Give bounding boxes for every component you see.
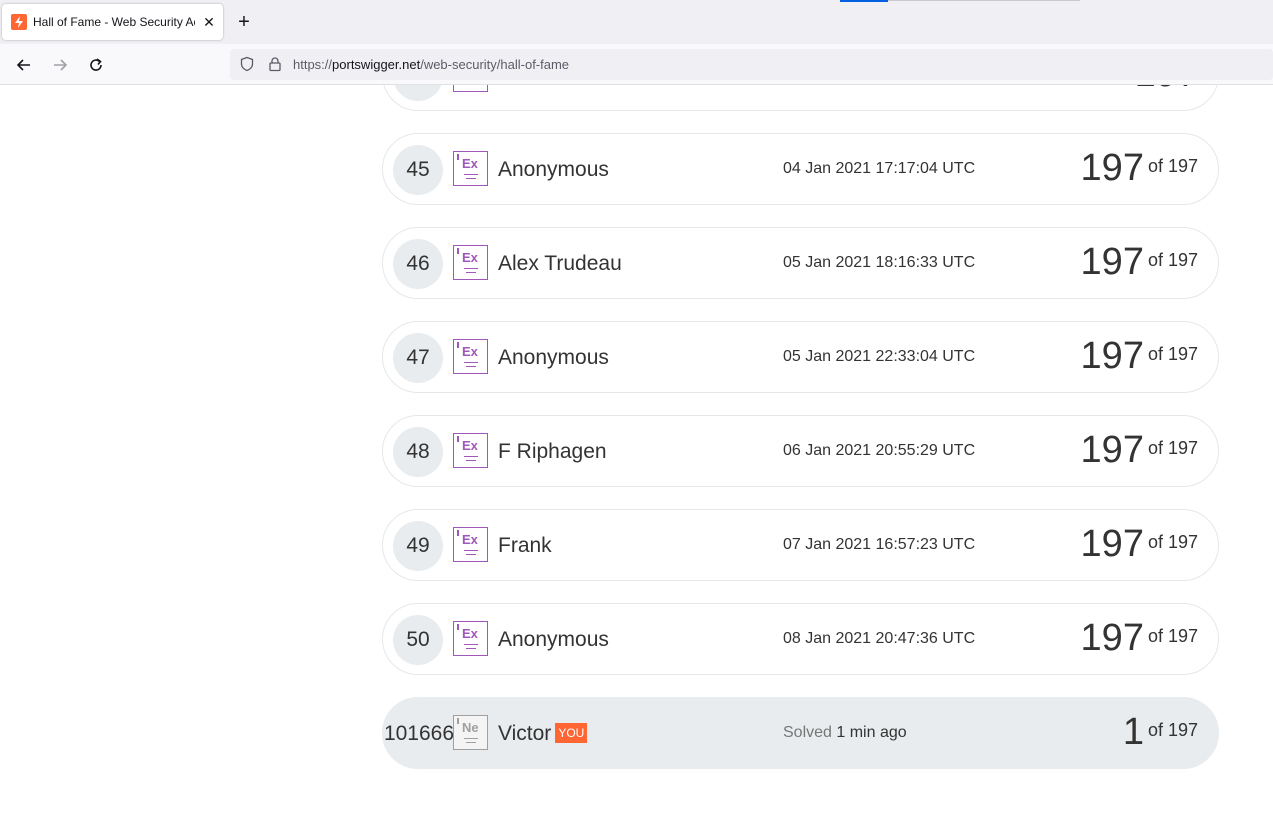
user-name-text: Victor xyxy=(498,722,552,745)
score-value: 197 xyxy=(1080,617,1144,659)
score: 197 of 197 xyxy=(1081,147,1198,190)
solved-time: 1 min ago xyxy=(836,724,907,741)
user-name: Anonymous xyxy=(498,628,609,651)
leaderboard-row: 46 Ex Alex Trudeau 05 Jan 2021 18:16:33 … xyxy=(382,227,1219,299)
tab-bar: Hall of Fame - Web Security Academy ✕ + xyxy=(0,0,1273,44)
expert-badge-icon: Ex xyxy=(453,339,488,374)
navigation-bar: https://portswigger.net/web-security/hal… xyxy=(0,44,1273,85)
leaderboard-row: 47 Ex Anonymous 05 Jan 2021 22:33:04 UTC… xyxy=(382,321,1219,393)
completion-date: 07 Jan 2021 16:57:23 UTC xyxy=(783,536,976,553)
score-total: of 197 xyxy=(1147,250,1198,270)
score-value: 1 xyxy=(1122,711,1144,753)
badge-label: Ex xyxy=(462,156,478,171)
rank-number: 50 xyxy=(393,615,443,665)
portswigger-favicon-icon xyxy=(11,14,27,30)
score-total: of 197 xyxy=(1147,438,1198,458)
badge-label: Ex xyxy=(462,438,478,453)
badge-label: Ex xyxy=(462,250,478,265)
rank-number: 46 xyxy=(393,239,443,289)
newbie-badge-icon: Ne xyxy=(453,715,488,750)
user-name: Anonymous xyxy=(498,158,609,181)
browser-tab[interactable]: Hall of Fame - Web Security Academy ✕ xyxy=(2,4,223,40)
solved-status: Solved 1 min ago xyxy=(783,724,907,742)
score: 197 of 197 xyxy=(1081,335,1198,378)
you-badge: YOU xyxy=(555,723,588,743)
tab-strip-line xyxy=(888,0,1080,1)
leaderboard-row: 50 Ex Anonymous 08 Jan 2021 20:47:36 UTC… xyxy=(382,603,1219,675)
score-total: of 197 xyxy=(1147,626,1198,646)
rank-number: 49 xyxy=(393,521,443,571)
score-total: of 197 xyxy=(1147,344,1198,364)
score-value: 197 xyxy=(1135,85,1198,95)
plus-icon[interactable]: + xyxy=(233,11,255,33)
leaderboard-row: 48 Ex F Riphagen 06 Jan 2021 20:55:29 UT… xyxy=(382,415,1219,487)
user-name: Frank xyxy=(498,534,552,557)
page-content: 197 45 Ex Anonymous 04 Jan 2021 17:17:04… xyxy=(0,85,1273,822)
shield-icon[interactable] xyxy=(239,56,255,72)
score-value: 197 xyxy=(1080,241,1144,283)
back-arrow-icon[interactable] xyxy=(11,52,37,78)
badge-label: Ex xyxy=(462,532,478,547)
badge-label: Ne xyxy=(462,720,479,735)
score-value: 197 xyxy=(1080,147,1144,189)
badge-label: Ex xyxy=(462,626,478,641)
user-name: Anonymous xyxy=(498,346,609,369)
rank-number: 45 xyxy=(393,145,443,195)
expert-badge-icon: Ex xyxy=(453,433,488,468)
reload-icon[interactable] xyxy=(83,52,109,78)
user-name: Victor YOU xyxy=(498,722,588,746)
current-user-row: 101666 Ne Victor YOU Solved 1 min ago 1 of… xyxy=(382,697,1219,769)
score-total: of 197 xyxy=(1147,532,1198,552)
score: 197 xyxy=(1135,85,1198,96)
expert-badge-icon: Ex xyxy=(453,527,488,562)
rank-circle xyxy=(393,85,443,101)
completion-date: 06 Jan 2021 20:55:29 UTC xyxy=(783,442,976,459)
rank-number: 47 xyxy=(393,333,443,383)
rank-number: 101666 xyxy=(383,722,455,745)
completion-date: 08 Jan 2021 20:47:36 UTC xyxy=(783,630,976,647)
url-path: /web-security/hall-of-fame xyxy=(420,57,570,72)
rank-number: 48 xyxy=(393,427,443,477)
completion-date: 05 Jan 2021 18:16:33 UTC xyxy=(783,254,976,271)
score-value: 197 xyxy=(1080,523,1144,565)
expert-badge-icon: Ex xyxy=(453,621,488,656)
score-total: of 197 xyxy=(1147,156,1198,176)
completion-date: 04 Jan 2021 17:17:04 UTC xyxy=(783,160,976,177)
score: 197 of 197 xyxy=(1081,429,1198,472)
score: 1 of 197 xyxy=(1123,711,1198,754)
score-value: 197 xyxy=(1080,335,1144,377)
score-value: 197 xyxy=(1080,429,1144,471)
leaderboard-row-partial: 197 xyxy=(382,85,1219,111)
score-total: of 197 xyxy=(1147,720,1198,740)
badge-label: Ex xyxy=(462,344,478,359)
url-prefix: https:// xyxy=(293,57,333,72)
user-name: Alex Trudeau xyxy=(498,252,622,275)
user-name: F Riphagen xyxy=(498,440,607,463)
leaderboard-row: 45 Ex Anonymous 04 Jan 2021 17:17:04 UTC… xyxy=(382,133,1219,205)
url-host: portswigger.net xyxy=(332,57,421,72)
expert-badge-icon: Ex xyxy=(453,245,488,280)
expert-badge-icon: Ex xyxy=(453,151,488,186)
leaderboard-row: 49 Ex Frank 07 Jan 2021 16:57:23 UTC 197… xyxy=(382,509,1219,581)
lock-icon[interactable] xyxy=(267,56,283,72)
score: 197 of 197 xyxy=(1081,523,1198,566)
solved-label: Solved xyxy=(783,724,832,741)
tab-strip-accent xyxy=(840,0,888,2)
tab-title: Hall of Fame - Web Security Academy xyxy=(33,15,195,29)
score: 197 of 197 xyxy=(1081,241,1198,284)
score: 197 of 197 xyxy=(1081,617,1198,660)
close-icon[interactable]: ✕ xyxy=(199,12,219,32)
url-text[interactable]: https://portswigger.net/web-security/hal… xyxy=(293,57,569,72)
address-bar[interactable]: https://portswigger.net/web-security/hal… xyxy=(230,49,1273,80)
expert-badge-icon xyxy=(453,85,488,92)
forward-arrow-icon[interactable] xyxy=(47,52,73,78)
completion-date: 05 Jan 2021 22:33:04 UTC xyxy=(783,348,976,365)
